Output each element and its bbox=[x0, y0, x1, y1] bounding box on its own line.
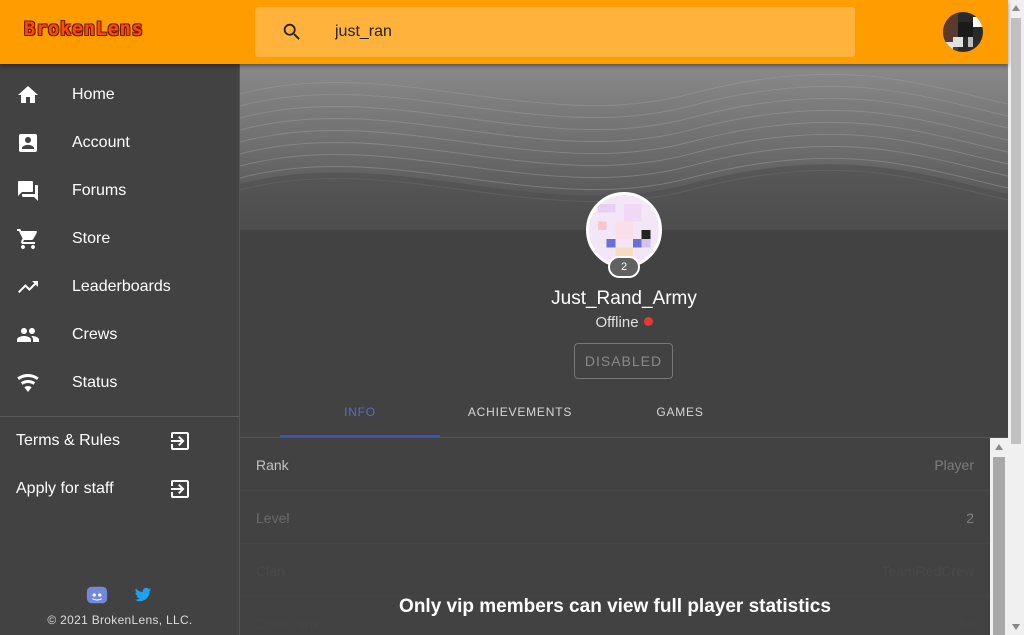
row-key: Level bbox=[256, 510, 290, 526]
table-row: Level 2 bbox=[240, 491, 990, 544]
row-key: Rank bbox=[256, 457, 289, 473]
sidebar-item-label: Crews bbox=[72, 326, 118, 343]
wifi-icon bbox=[17, 374, 39, 392]
table-scrollbar[interactable] bbox=[990, 438, 1008, 635]
sidebar-item-forums[interactable]: Forums bbox=[0, 167, 239, 215]
table-row: Rank Player bbox=[240, 438, 990, 491]
sidebar-item-leaderboards[interactable]: Leaderboards bbox=[0, 263, 239, 311]
scroll-up-icon[interactable] bbox=[994, 443, 1004, 451]
status-text: Offline bbox=[595, 314, 639, 331]
row-value: TeamRedCrew bbox=[881, 563, 974, 579]
nav-drawer: Home Account Forums Store Leaderboards C… bbox=[0, 64, 240, 635]
copyright-text: © 2021 BrokenLens, LLC. bbox=[47, 613, 193, 627]
search-input[interactable] bbox=[335, 7, 835, 57]
sidebar-link-terms[interactable]: Terms & Rules bbox=[0, 417, 239, 465]
account-box-icon bbox=[19, 134, 37, 152]
search-icon bbox=[283, 23, 300, 40]
sidebar-item-label: Account bbox=[72, 134, 130, 151]
app-window: BrokenLens Home Account bbox=[0, 0, 1024, 635]
sidebar-link-label: Terms & Rules bbox=[16, 432, 121, 449]
scroll-down-icon[interactable] bbox=[1012, 624, 1020, 630]
tab-achievements[interactable]: ACHIEVEMENTS bbox=[440, 395, 600, 437]
disabled-button[interactable]: DISABLED bbox=[574, 343, 673, 379]
sidebar-item-status[interactable]: Status bbox=[0, 359, 239, 407]
user-avatar[interactable] bbox=[943, 12, 983, 52]
scroll-up-icon[interactable] bbox=[1012, 5, 1020, 11]
profile-page: 2 Just_Rand_Army Offline DISABLED INFO A… bbox=[240, 64, 1008, 635]
social-links bbox=[86, 584, 166, 608]
twitter-icon[interactable] bbox=[134, 586, 152, 604]
exit-to-app-icon bbox=[171, 480, 189, 498]
sidebar-item-label: Status bbox=[72, 374, 118, 391]
cart-icon bbox=[17, 229, 38, 249]
sidebar-item-label: Home bbox=[72, 86, 115, 103]
row-value: 2 bbox=[966, 510, 974, 526]
status-dot-icon bbox=[643, 317, 653, 326]
sidebar-item-crews[interactable]: Crews bbox=[0, 311, 239, 359]
row-key: Crew rank bbox=[256, 616, 320, 632]
discord-icon[interactable] bbox=[86, 584, 108, 606]
sidebar-item-store[interactable]: Store bbox=[0, 215, 239, 263]
tab-info[interactable]: INFO bbox=[280, 395, 440, 437]
trending-up-icon bbox=[18, 281, 38, 293]
sidebar-item-home[interactable]: Home bbox=[0, 71, 239, 119]
tab-games[interactable]: GAMES bbox=[600, 395, 760, 437]
sidebar-link-apply-staff[interactable]: Apply for staff bbox=[0, 465, 239, 513]
sidebar-item-label: Store bbox=[72, 230, 111, 247]
people-icon bbox=[17, 328, 39, 342]
vip-message: Only vip members can view full player st… bbox=[399, 596, 831, 617]
profile-tabs: INFO ACHIEVEMENTS GAMES bbox=[280, 395, 760, 437]
row-value: 64 bbox=[958, 616, 974, 632]
search-box[interactable] bbox=[255, 7, 855, 57]
table-row: Clan TeamRedCrew bbox=[240, 544, 990, 597]
table-scrollbar-thumb[interactable] bbox=[993, 457, 1005, 635]
row-key: Clan bbox=[256, 563, 285, 579]
profile-username: Just_Rand_Army bbox=[551, 288, 697, 309]
level-badge: 2 bbox=[608, 256, 640, 278]
home-icon bbox=[18, 86, 38, 103]
sidebar-item-label: Leaderboards bbox=[72, 278, 171, 295]
sidebar-item-account[interactable]: Account bbox=[0, 119, 239, 167]
forum-icon bbox=[18, 181, 38, 201]
brand-logo[interactable]: BrokenLens bbox=[24, 18, 143, 40]
page-scrollbar-thumb[interactable] bbox=[1011, 18, 1021, 444]
page-scrollbar[interactable] bbox=[1008, 0, 1024, 635]
top-app-bar: BrokenLens bbox=[0, 0, 1008, 64]
sidebar-link-label: Apply for staff bbox=[16, 480, 114, 497]
sidebar-item-label: Forums bbox=[72, 182, 127, 199]
row-value: Player bbox=[934, 457, 974, 473]
online-status: Offline bbox=[240, 314, 1008, 331]
exit-to-app-icon bbox=[171, 432, 189, 450]
